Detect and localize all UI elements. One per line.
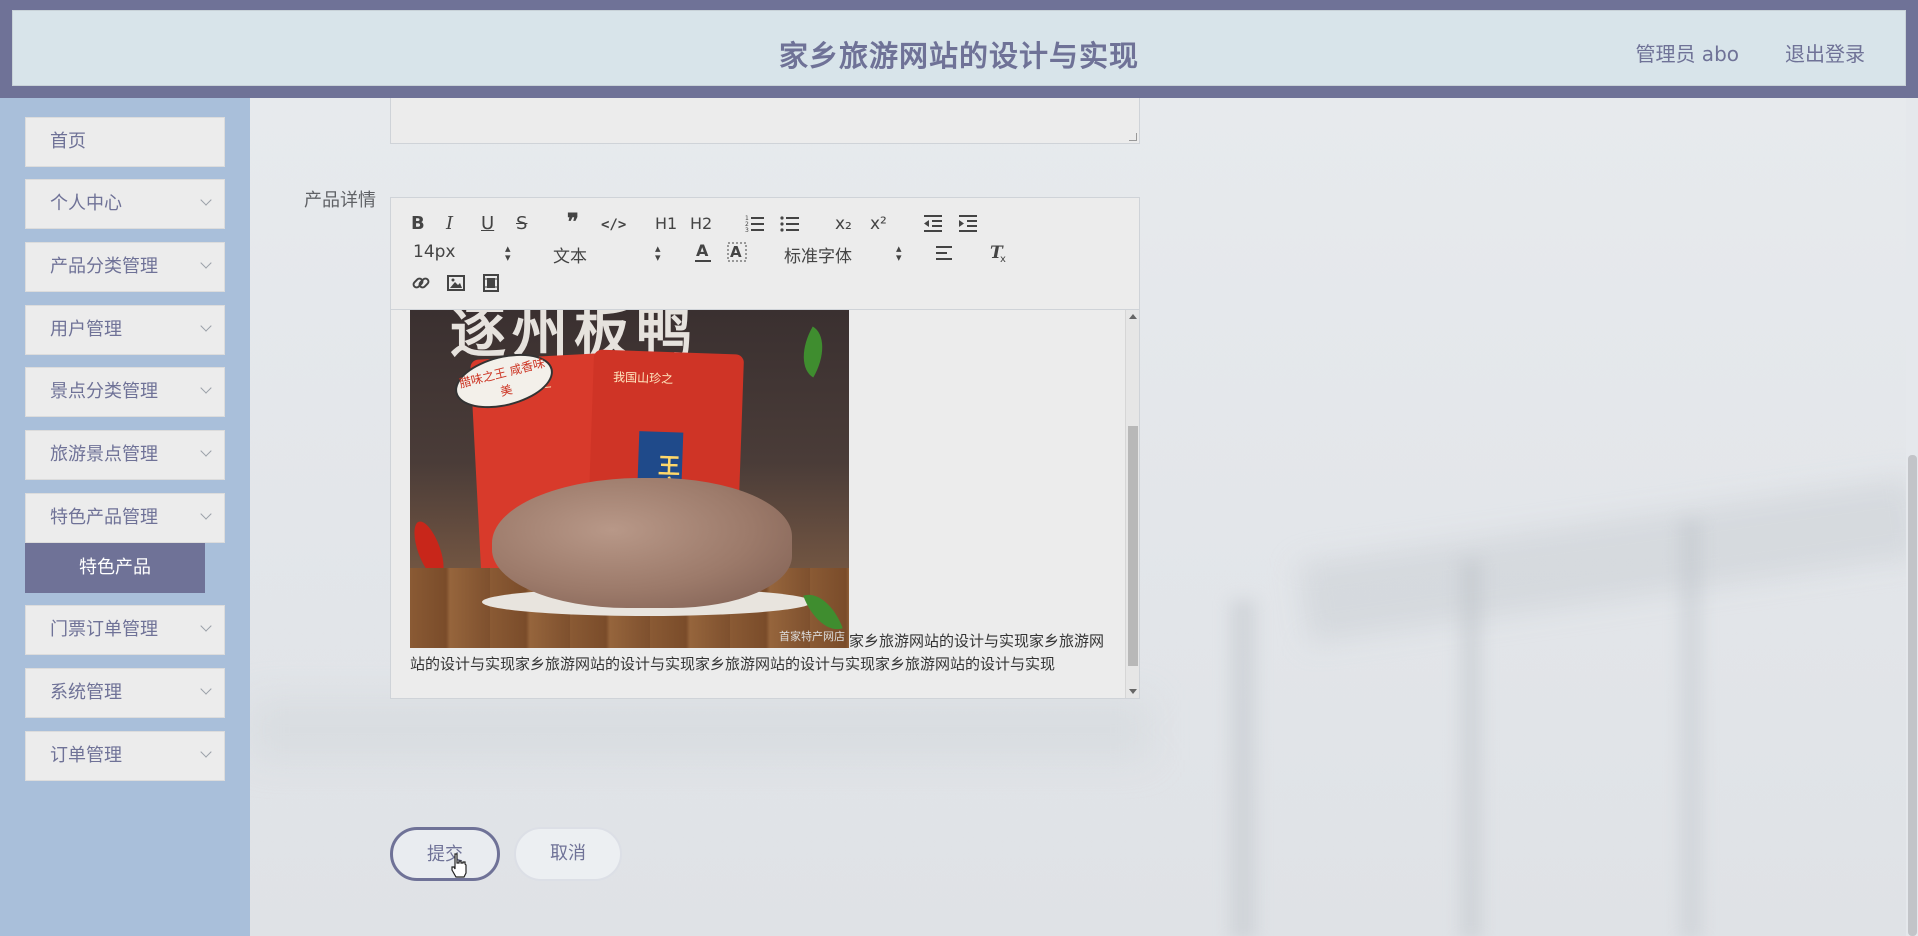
indent-icon[interactable] [958, 213, 978, 238]
chevron-down-icon [200, 445, 212, 457]
font-family-value: 标准字体 [784, 247, 852, 267]
hand-cursor-icon [450, 853, 468, 883]
superscript-button[interactable]: x² [870, 214, 887, 234]
font-size-select[interactable]: 14px ▴ ▾ [413, 242, 523, 264]
sidebar-item-product-category[interactable]: 产品分类管理 [25, 242, 225, 292]
product-description: 家乡旅游网站的设计与实现家乡旅游网站的设计与实现家乡旅游网站的设计与实现家乡旅游… [410, 632, 1105, 673]
top-bar: 家乡旅游网站的设计与实现 管理员 abo 退出登录 [0, 0, 1918, 98]
subscript-button[interactable]: x₂ [835, 214, 852, 234]
sidebar-item-label: 门票订单管理 [50, 619, 158, 640]
svg-text:3: 3 [745, 227, 749, 233]
chevron-down-icon [200, 620, 212, 632]
chevron-down-icon [200, 683, 212, 695]
select-arrows-icon: ▴ ▾ [896, 242, 902, 264]
chevron-down-icon [200, 508, 212, 520]
scroll-up-icon[interactable] [1129, 314, 1137, 319]
heading2-button[interactable]: H2 [690, 214, 712, 234]
sidebar-subitem-specialty-product[interactable]: 特色产品 [25, 543, 205, 593]
sidebar-item-label: 系统管理 [50, 682, 122, 703]
sidebar-item-users[interactable]: 用户管理 [25, 305, 225, 355]
underline-button[interactable]: U [481, 214, 494, 234]
font-size-value: 14px [413, 242, 456, 262]
select-arrows-icon: ▴ ▾ [505, 242, 511, 264]
leaf-decoration [790, 326, 836, 378]
summary-textarea[interactable] [390, 98, 1140, 144]
chevron-down-icon [200, 320, 212, 332]
scroll-thumb[interactable] [1128, 426, 1138, 666]
sidebar-item-specialty-products[interactable]: 特色产品管理 [25, 493, 225, 543]
chevron-down-icon [200, 194, 212, 206]
font-color-icon[interactable]: A [693, 241, 713, 268]
blockquote-button[interactable]: ❞ [567, 211, 579, 233]
align-left-icon[interactable] [935, 243, 955, 268]
code-block-button[interactable]: </> [601, 215, 626, 235]
page-scroll-thumb[interactable] [1908, 455, 1917, 936]
header-select[interactable]: 文本 ▴ ▾ [553, 242, 663, 267]
video-icon[interactable] [481, 273, 501, 298]
sidebar-item-scenic-spots[interactable]: 旅游景点管理 [25, 430, 225, 480]
sidebar-item-orders[interactable]: 订单管理 [25, 731, 225, 781]
logout-link[interactable]: 退出登录 [1785, 38, 1865, 67]
italic-button[interactable]: I [446, 214, 453, 234]
rich-text-editor[interactable]: B I U S ❞ </> H1 H2 123 x₂ x² 14px ▴ ▾ 文本… [390, 197, 1140, 699]
detail-field-label: 产品详情 [304, 190, 376, 211]
outdent-icon[interactable] [923, 213, 943, 238]
site-title: 家乡旅游网站的设计与实现 [778, 39, 1139, 73]
sidebar-item-home[interactable]: 首页 [25, 117, 225, 167]
sidebar-item-profile[interactable]: 个人中心 [25, 179, 225, 229]
sidebar-item-label: 首页 [50, 131, 86, 152]
editor-content[interactable]: 逐州板鸭 我国山珍之 我国山珍之 王府辣 腊味之王 咸香味美 首家特产网店 家乡… [391, 310, 1139, 698]
chevron-down-icon [200, 257, 212, 269]
header-select-value: 文本 [553, 247, 587, 267]
header-panel: 家乡旅游网站的设计与实现 管理员 abo 退出登录 [12, 10, 1906, 86]
strike-button[interactable]: S [516, 214, 527, 234]
sidebar-item-scenic-category[interactable]: 景点分类管理 [25, 367, 225, 417]
product-image: 逐州板鸭 我国山珍之 我国山珍之 王府辣 腊味之王 咸香味美 首家特产网店 [410, 310, 849, 648]
image-icon[interactable] [446, 273, 466, 298]
scroll-down-icon[interactable] [1129, 689, 1137, 694]
clear-format-icon[interactable]: Tx [989, 242, 1011, 269]
sidebar-item-ticket-orders[interactable]: 门票订单管理 [25, 605, 225, 655]
bag-top-text: 我国山珍之 [612, 370, 674, 387]
bold-button[interactable]: B [411, 214, 425, 234]
duck-food [492, 478, 792, 608]
sidebar: 首页 个人中心 产品分类管理 用户管理 景点分类管理 旅游景点管理 特色产品管理… [0, 98, 250, 936]
resize-handle[interactable] [1129, 133, 1137, 141]
editor-scrollbar[interactable] [1125, 310, 1139, 698]
chevron-down-icon [200, 382, 212, 394]
bullet-list-icon[interactable] [780, 213, 800, 238]
sidebar-item-label: 旅游景点管理 [50, 444, 158, 465]
editor-toolbar: B I U S ❞ </> H1 H2 123 x₂ x² 14px ▴ ▾ 文本… [391, 198, 1139, 310]
sidebar-item-label: 个人中心 [50, 193, 122, 214]
sidebar-item-label: 特色产品管理 [50, 507, 158, 528]
background-color-icon[interactable]: A [727, 241, 747, 268]
current-user: 管理员 abo [1635, 42, 1739, 66]
sidebar-item-label: 产品分类管理 [50, 256, 158, 277]
sidebar-item-label: 用户管理 [50, 319, 122, 340]
chevron-down-icon [200, 746, 212, 758]
font-family-select[interactable]: 标准字体 ▴ ▾ [784, 242, 914, 267]
select-arrows-icon: ▴ ▾ [655, 242, 661, 264]
svg-text:A: A [730, 243, 742, 261]
sidebar-item-label: 订单管理 [50, 745, 122, 766]
ordered-list-icon[interactable]: 123 [745, 213, 765, 238]
heading1-button[interactable]: H1 [655, 214, 677, 234]
svg-text:x: x [1000, 254, 1006, 264]
sidebar-item-system[interactable]: 系统管理 [25, 668, 225, 718]
sidebar-item-label: 景点分类管理 [50, 381, 158, 402]
submit-button[interactable]: 提交 [390, 827, 500, 881]
svg-text:A: A [696, 241, 709, 260]
cancel-button[interactable]: 取消 [514, 827, 622, 881]
link-icon[interactable] [411, 273, 431, 298]
